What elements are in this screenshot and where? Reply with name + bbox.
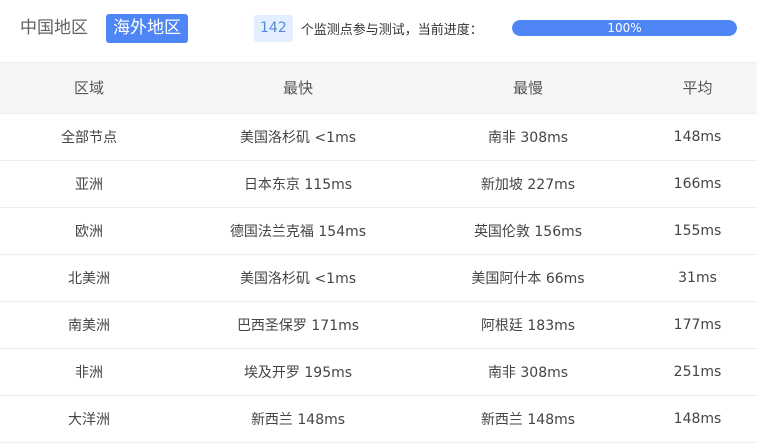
tab-china-region[interactable]: 中国地区	[20, 14, 88, 43]
cell-average: 148ms	[638, 113, 757, 161]
cell-slowest: 美国阿什本 66ms	[418, 254, 638, 302]
cell-fastest: 新西兰 148ms	[178, 395, 418, 443]
table-row: 非洲 埃及开罗 195ms 南非 308ms 251ms	[0, 348, 757, 396]
top-bar: 中国地区 海外地区 142 个监测点参与测试，当前进度： 100%	[0, 0, 757, 63]
cell-fastest: 日本东京 115ms	[178, 160, 418, 208]
table-row: 全部节点 美国洛杉矶 <1ms 南非 308ms 148ms	[0, 113, 757, 161]
table-row: 亚洲 日本东京 115ms 新加坡 227ms 166ms	[0, 160, 757, 208]
cell-average: 31ms	[638, 254, 757, 302]
cell-region: 全部节点	[0, 113, 178, 161]
monitor-count-badge: 142	[254, 15, 293, 42]
cell-region: 欧洲	[0, 207, 178, 255]
cell-region: 南美洲	[0, 301, 178, 349]
progress-fill: 100%	[512, 20, 737, 36]
table-row: 北美洲 美国洛杉矶 <1ms 美国阿什本 66ms 31ms	[0, 254, 757, 302]
table-row: 南美洲 巴西圣保罗 171ms 阿根廷 183ms 177ms	[0, 301, 757, 349]
cell-fastest: 美国洛杉矶 <1ms	[178, 254, 418, 302]
progress-percent-text: 100%	[607, 21, 642, 35]
cell-region: 北美洲	[0, 254, 178, 302]
cell-slowest: 英国伦敦 156ms	[418, 207, 638, 255]
cell-average: 251ms	[638, 348, 757, 396]
cell-fastest: 美国洛杉矶 <1ms	[178, 113, 418, 161]
progress-info: 142 个监测点参与测试，当前进度：	[254, 15, 483, 42]
cell-slowest: 阿根廷 183ms	[418, 301, 638, 349]
progress-label: 个监测点参与测试，当前进度：	[300, 23, 483, 38]
table-row: 大洋洲 新西兰 148ms 新西兰 148ms 148ms	[0, 395, 757, 443]
cell-region: 亚洲	[0, 160, 178, 208]
header-fastest: 最快	[178, 63, 418, 114]
cell-average: 166ms	[638, 160, 757, 208]
table-header-row: 区域 最快 最慢 平均	[0, 63, 757, 114]
cell-slowest: 新西兰 148ms	[418, 395, 638, 443]
tab-overseas-region[interactable]: 海外地区	[106, 14, 188, 43]
progress-bar: 100%	[512, 20, 737, 36]
latency-table: 区域 最快 最慢 平均 全部节点 美国洛杉矶 <1ms 南非 308ms 148…	[0, 63, 757, 443]
cell-region: 非洲	[0, 348, 178, 396]
cell-fastest: 巴西圣保罗 171ms	[178, 301, 418, 349]
table-row: 欧洲 德国法兰克福 154ms 英国伦敦 156ms 155ms	[0, 207, 757, 255]
header-average: 平均	[638, 63, 757, 114]
cell-fastest: 埃及开罗 195ms	[178, 348, 418, 396]
header-slowest: 最慢	[418, 63, 638, 114]
header-region: 区域	[0, 63, 178, 114]
cell-slowest: 南非 308ms	[418, 348, 638, 396]
cell-average: 148ms	[638, 395, 757, 443]
cell-slowest: 新加坡 227ms	[418, 160, 638, 208]
cell-average: 177ms	[638, 301, 757, 349]
cell-region: 大洋洲	[0, 395, 178, 443]
cell-average: 155ms	[638, 207, 757, 255]
cell-fastest: 德国法兰克福 154ms	[178, 207, 418, 255]
cell-slowest: 南非 308ms	[418, 113, 638, 161]
